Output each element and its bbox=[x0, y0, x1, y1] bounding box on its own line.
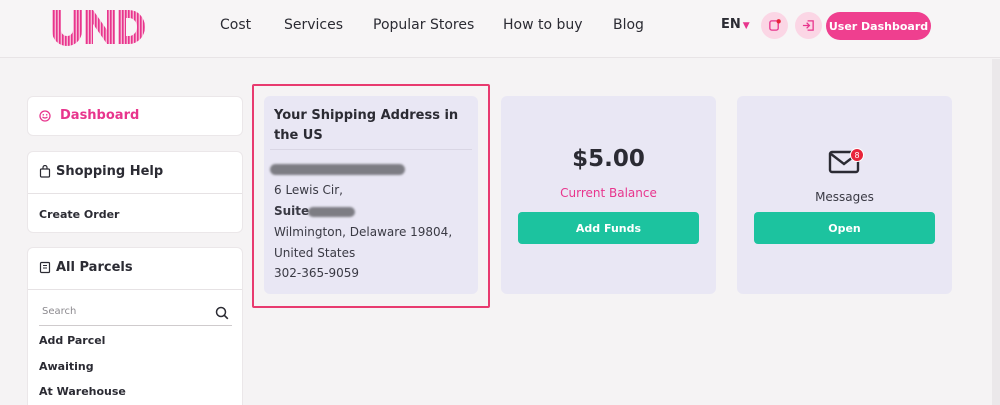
nav-blog[interactable]: Blog bbox=[613, 17, 644, 33]
sidebar-item-create-order[interactable]: Create Order bbox=[39, 208, 119, 221]
shipping-address-card: Your Shipping Address in the US 6 Lewis … bbox=[264, 96, 478, 294]
redacted-suite-number bbox=[308, 207, 355, 217]
nav-popular-stores[interactable]: Popular Stores bbox=[373, 17, 474, 33]
sidebar-item-add-parcel[interactable]: Add Parcel bbox=[39, 334, 105, 347]
shopping-help-panel: Shopping Help Create Order bbox=[27, 151, 243, 233]
sidebar-item-awaiting[interactable]: Awaiting bbox=[39, 360, 94, 373]
address-card-title: Your Shipping Address in the US bbox=[274, 108, 459, 143]
balance-label: Current Balance bbox=[560, 186, 657, 200]
shopping-bag-icon bbox=[39, 165, 51, 178]
top-header: Cost Services Popular Stores How to buy … bbox=[0, 0, 1000, 58]
messages-card: 8 Messages Open bbox=[737, 96, 952, 294]
address-street: 6 Lewis Cir, bbox=[274, 183, 343, 197]
divider bbox=[28, 289, 242, 290]
chevron-down-icon: ▼ bbox=[742, 21, 750, 31]
sidebar-item-dashboard[interactable]: Dashboard bbox=[27, 96, 243, 136]
messages-count-badge: 8 bbox=[850, 148, 864, 162]
shopping-help-title: Shopping Help bbox=[56, 164, 164, 179]
notification-button[interactable] bbox=[761, 12, 788, 39]
address-city: Wilmington, Delaware 19804, bbox=[274, 225, 453, 239]
all-parcels-panel: All Parcels Search Add Parcel Awaiting A… bbox=[27, 247, 243, 405]
sidebar-dashboard-label: Dashboard bbox=[60, 108, 140, 123]
dashboard-icon bbox=[39, 110, 51, 122]
user-dashboard-button[interactable]: User Dashboard bbox=[826, 12, 931, 40]
add-funds-button[interactable]: Add Funds bbox=[518, 212, 699, 244]
logout-button[interactable] bbox=[795, 12, 822, 39]
open-messages-button[interactable]: Open bbox=[754, 212, 935, 244]
language-label: EN bbox=[721, 17, 741, 32]
address-suite-label: Suite bbox=[274, 204, 310, 218]
sidebar-item-at-warehouse[interactable]: At Warehouse bbox=[39, 385, 126, 398]
redacted-name bbox=[270, 164, 405, 175]
nav-cost[interactable]: Cost bbox=[220, 17, 251, 33]
balance-card: $5.00 Current Balance Add Funds bbox=[501, 96, 716, 294]
page-scrollbar[interactable] bbox=[992, 59, 1000, 405]
bell-icon bbox=[769, 19, 781, 31]
nav-how-to-buy[interactable]: How to buy bbox=[503, 17, 583, 33]
logout-icon bbox=[802, 20, 814, 31]
search-placeholder: Search bbox=[42, 306, 77, 317]
address-country: United States bbox=[274, 246, 356, 260]
divider bbox=[28, 193, 242, 194]
nav-services[interactable]: Services bbox=[284, 17, 343, 33]
language-selector[interactable]: EN ▼ bbox=[721, 17, 750, 32]
parcel-search-input[interactable]: Search bbox=[39, 304, 232, 326]
balance-amount: $5.00 bbox=[572, 146, 645, 172]
divider bbox=[270, 149, 472, 150]
parcel-icon bbox=[39, 261, 51, 274]
messages-label: Messages bbox=[815, 190, 874, 204]
search-icon[interactable] bbox=[215, 306, 229, 320]
address-phone: 302-365-9059 bbox=[274, 266, 360, 280]
all-parcels-title: All Parcels bbox=[56, 260, 133, 275]
